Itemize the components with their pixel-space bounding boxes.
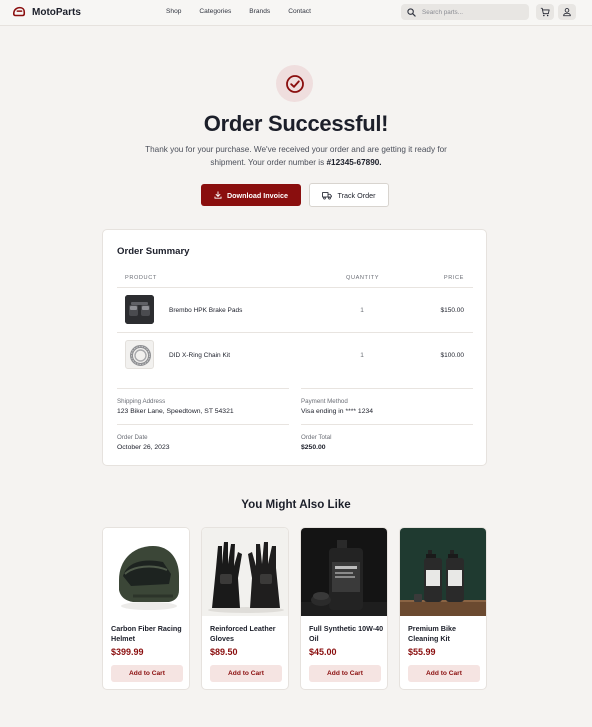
order-summary-title: Order Summary	[117, 246, 190, 257]
cart-button[interactable]	[536, 4, 554, 20]
product-thumbnail	[125, 295, 154, 324]
column-header-price: PRICE	[443, 275, 464, 281]
order-total-value: $250.00	[301, 444, 326, 451]
product-name[interactable]: Reinforced Leather Gloves	[210, 624, 286, 643]
column-header-product: PRODUCT	[125, 275, 157, 281]
chain-kit-image	[130, 345, 151, 366]
product-image	[103, 528, 189, 616]
track-order-button[interactable]: Track Order	[309, 183, 389, 207]
download-invoice-button[interactable]: Download Invoice	[201, 184, 301, 206]
main-nav: Shop Categories Brands Contact	[166, 8, 311, 15]
product-price: $55.99	[408, 647, 436, 657]
product-price: $399.99	[111, 647, 144, 657]
brand-name: MotoParts	[32, 6, 81, 18]
product-name[interactable]: Carbon Fiber Racing Helmet	[111, 624, 187, 643]
site-header: MotoParts Shop Categories Brands Contact	[0, 0, 592, 26]
divider	[117, 424, 289, 425]
nav-categories[interactable]: Categories	[199, 8, 231, 15]
shipping-address-value: 123 Biker Lane, Speedtown, ST 54321	[117, 408, 234, 415]
brake-pads-image	[125, 295, 154, 324]
track-order-label: Track Order	[337, 190, 376, 200]
order-number: #12345-67890.	[326, 158, 382, 167]
user-icon	[563, 8, 571, 17]
nav-brands[interactable]: Brands	[249, 8, 270, 15]
shipping-address-label: Shipping Address	[117, 398, 166, 405]
order-total-label: Order Total	[301, 434, 332, 441]
confirmation-message: Thank you for your purchase. We've recei…	[140, 143, 452, 169]
product-card[interactable]: Full Synthetic 10W-40 Oil $45.00 Add to …	[300, 527, 388, 690]
helmet-image	[103, 528, 189, 616]
divider	[301, 388, 473, 389]
search-box[interactable]	[401, 4, 529, 20]
product-name[interactable]: Full Synthetic 10W-40 Oil	[309, 624, 385, 643]
recommendations-title: You Might Also Like	[241, 498, 351, 511]
confirmation-text: Thank you for your purchase. We've recei…	[145, 145, 447, 167]
column-header-quantity: QUANTITY	[346, 275, 380, 281]
product-name[interactable]: Premium Bike Cleaning Kit	[408, 624, 484, 643]
product-thumbnail	[125, 340, 154, 369]
product-price: $89.50	[210, 647, 238, 657]
add-to-cart-button[interactable]: Add to Cart	[408, 665, 480, 682]
gloves-image	[202, 528, 288, 616]
nav-contact[interactable]: Contact	[288, 8, 311, 15]
download-icon	[214, 191, 222, 199]
check-circle-icon	[285, 74, 304, 93]
add-to-cart-button[interactable]: Add to Cart	[210, 665, 282, 682]
divider	[117, 332, 473, 333]
add-to-cart-button[interactable]: Add to Cart	[111, 665, 183, 682]
payment-method-value: Visa ending in **** 1234	[301, 408, 374, 415]
cleaning-kit-image	[400, 528, 486, 616]
divider	[301, 424, 473, 425]
product-price: $100.00	[440, 352, 465, 359]
product-image	[202, 528, 288, 616]
cart-icon	[540, 7, 550, 17]
order-summary-card: Order Summary PRODUCT QUANTITY PRICE Bre…	[102, 229, 487, 466]
order-date-label: Order Date	[117, 434, 148, 441]
divider	[117, 388, 289, 389]
product-price: $150.00	[440, 307, 465, 314]
success-badge	[276, 65, 313, 102]
product-image	[400, 528, 486, 616]
payment-method-label: Payment Method	[301, 398, 348, 405]
helmet-logo-icon	[12, 6, 26, 17]
divider	[117, 287, 473, 288]
account-button[interactable]	[558, 4, 576, 20]
oil-bottle-image	[301, 528, 387, 616]
add-to-cart-button[interactable]: Add to Cart	[309, 665, 381, 682]
product-quantity: 1	[360, 307, 364, 314]
product-name: DID X-Ring Chain Kit	[169, 352, 231, 359]
download-invoice-label: Download Invoice	[226, 190, 289, 200]
product-price: $45.00	[309, 647, 337, 657]
order-date-value: October 26, 2023	[117, 444, 170, 451]
product-card[interactable]: Reinforced Leather Gloves $89.50 Add to …	[201, 527, 289, 690]
product-image	[301, 528, 387, 616]
nav-shop[interactable]: Shop	[166, 8, 181, 15]
product-name: Brembo HPK Brake Pads	[169, 307, 243, 314]
truck-icon	[322, 191, 333, 199]
product-card[interactable]: Carbon Fiber Racing Helmet $399.99 Add t…	[102, 527, 190, 690]
search-input[interactable]	[422, 8, 522, 16]
page-title: Order Successful!	[203, 111, 389, 136]
search-icon	[407, 7, 416, 17]
brand-logo[interactable]: MotoParts	[12, 5, 81, 19]
product-card[interactable]: Premium Bike Cleaning Kit $55.99 Add to …	[399, 527, 487, 690]
product-quantity: 1	[360, 352, 364, 359]
